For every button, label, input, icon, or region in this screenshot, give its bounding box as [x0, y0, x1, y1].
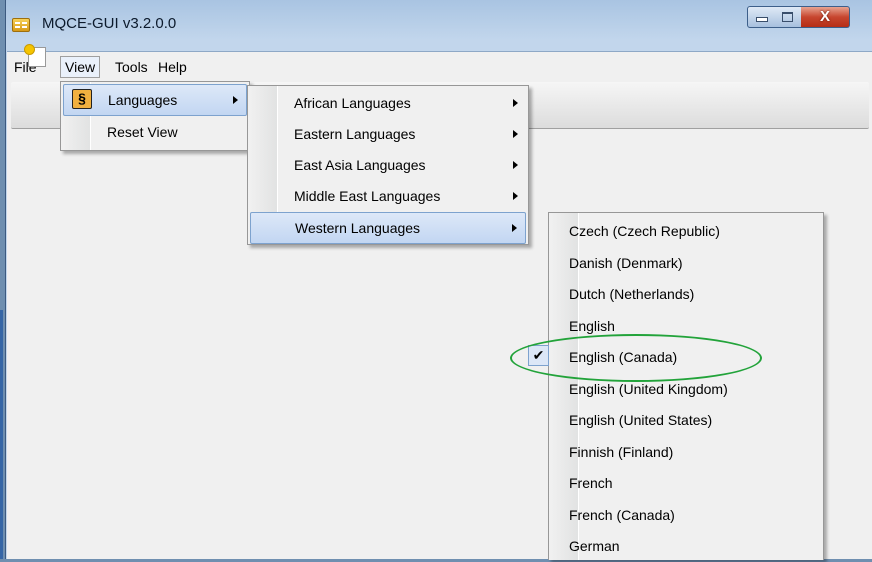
submenu-arrow-icon: [513, 192, 518, 200]
menu-view[interactable]: View: [60, 56, 101, 78]
submenu-arrow-icon: [513, 161, 518, 169]
submenu-arrow-icon: [233, 96, 238, 104]
menu-item-middle-east[interactable]: Middle East Languages: [250, 181, 526, 211]
title-bar[interactable]: MQCE-GUI v3.2.0.0 X: [6, 0, 872, 50]
menu-item-czech[interactable]: Czech (Czech Republic): [551, 216, 821, 247]
menu-item-western[interactable]: Western Languages: [250, 212, 526, 244]
menu-item-label: Danish (Denmark): [569, 255, 683, 271]
menu-item-dutch[interactable]: Dutch (Netherlands): [551, 279, 821, 310]
menu-item-finnish[interactable]: Finnish (Finland): [551, 437, 821, 468]
languages-submenu: African Languages Eastern Languages East…: [247, 85, 529, 245]
minimize-icon: [756, 17, 768, 22]
submenu-arrow-icon: [513, 99, 518, 107]
menu-item-label: German: [569, 538, 620, 554]
minimize-button[interactable]: [747, 6, 777, 28]
menu-help[interactable]: Help: [154, 57, 191, 77]
menu-item-east-asia[interactable]: East Asia Languages: [250, 150, 526, 180]
view-menu: § Languages Reset View: [60, 81, 250, 151]
menu-item-danish[interactable]: Danish (Denmark): [551, 248, 821, 279]
window-title: MQCE-GUI v3.2.0.0: [42, 15, 177, 32]
menu-item-label: French (Canada): [569, 507, 675, 523]
menu-item-label: Middle East Languages: [294, 188, 441, 204]
menu-item-label: Dutch (Netherlands): [569, 286, 695, 302]
app-icon: [12, 18, 30, 32]
submenu-arrow-icon: [512, 224, 517, 232]
menu-item-label: East Asia Languages: [294, 157, 426, 173]
menu-bar: File View Tools Help: [7, 56, 872, 78]
menu-item-french-canada[interactable]: French (Canada): [551, 500, 821, 531]
new-file-icon[interactable]: [25, 45, 46, 67]
languages-icon: §: [72, 89, 92, 109]
menu-item-label: Reset View: [107, 124, 178, 140]
menu-item-label: Eastern Languages: [294, 126, 416, 142]
menu-item-african[interactable]: African Languages: [250, 88, 526, 118]
menu-item-eastern[interactable]: Eastern Languages: [250, 119, 526, 149]
western-languages-submenu: Czech (Czech Republic) Danish (Denmark) …: [548, 212, 824, 560]
menu-tools[interactable]: Tools: [111, 57, 152, 77]
menu-item-label: Finnish (Finland): [569, 444, 674, 460]
menu-item-reset-view[interactable]: Reset View: [63, 117, 247, 147]
menu-item-french[interactable]: French: [551, 468, 821, 499]
menu-item-label: French: [569, 475, 613, 491]
annotation-ellipse: [510, 334, 762, 382]
maximize-button[interactable]: [775, 6, 802, 28]
menu-item-german[interactable]: German: [551, 531, 821, 562]
menu-item-label: Languages: [108, 92, 178, 108]
submenu-arrow-icon: [513, 130, 518, 138]
menu-item-label: English (United States): [569, 412, 713, 428]
menu-item-english-us[interactable]: English (United States): [551, 405, 821, 436]
menu-item-label: African Languages: [294, 95, 411, 111]
menu-item-label: Western Languages: [295, 220, 421, 236]
menu-item-languages[interactable]: § Languages: [63, 84, 247, 116]
background-window-edge: [0, 310, 3, 559]
close-button[interactable]: X: [801, 6, 850, 28]
maximize-icon: [782, 12, 793, 22]
menu-item-label: Czech (Czech Republic): [569, 223, 720, 239]
